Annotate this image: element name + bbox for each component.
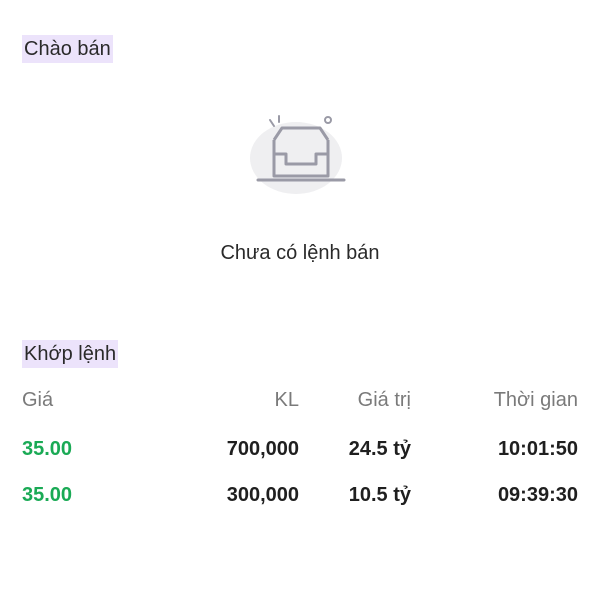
match-table-row: 35.00 700,000 24.5 tỷ 10:01:50: [22, 435, 578, 463]
match-section-title: Khớp lệnh: [22, 340, 119, 368]
match-price: 35.00: [22, 438, 73, 460]
empty-inbox-icon: [250, 115, 346, 194]
empty-state-message: Chưa có lệnh bán: [220, 242, 380, 264]
match-volume: 300,000: [226, 484, 299, 506]
column-header-volume: KL: [274, 389, 299, 411]
match-time: 10:01:50: [497, 438, 578, 460]
column-header-value: Giá trị: [357, 389, 411, 411]
sell-section-title: Chào bán: [22, 35, 113, 63]
match-value: 24.5 tỷ: [348, 438, 411, 460]
column-header-time: Thời gian: [493, 389, 578, 411]
match-value: 10.5 tỷ: [348, 484, 411, 506]
match-table-header: Giá KL Giá trị Thời gian: [22, 386, 578, 414]
column-header-price: Giá: [22, 389, 54, 411]
match-volume: 700,000: [226, 438, 299, 460]
match-table-row: 35.00 300,000 10.5 tỷ 09:39:30: [22, 481, 578, 509]
match-price: 35.00: [22, 484, 73, 506]
match-time: 09:39:30: [497, 484, 578, 506]
